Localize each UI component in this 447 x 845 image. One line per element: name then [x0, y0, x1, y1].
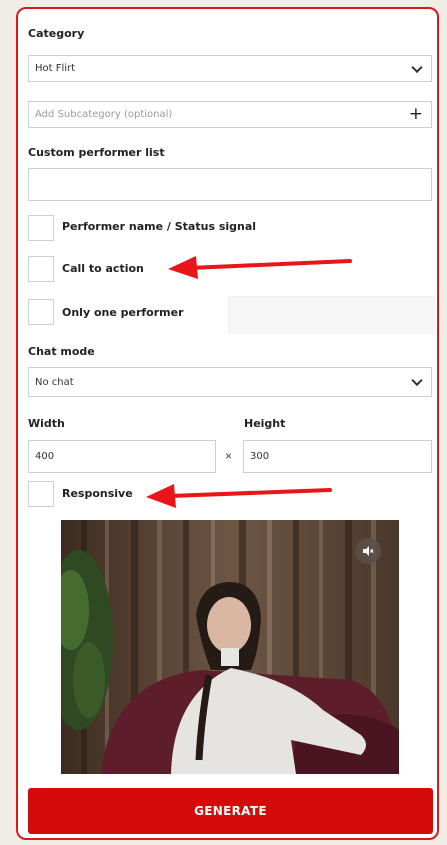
call-to-action-label: Call to action [62, 262, 144, 275]
video-preview[interactable] [61, 520, 399, 774]
responsive-label: Responsive [62, 487, 133, 500]
chevron-down-icon [411, 374, 423, 387]
performer-name-checkbox[interactable] [28, 215, 54, 241]
subcategory-placeholder: Add Subcategory (optional) [35, 109, 173, 120]
responsive-arrow [146, 484, 332, 508]
height-value: 300 [250, 451, 270, 462]
speaker-mute-glyph [363, 546, 374, 556]
chevron-down-icon [411, 61, 423, 73]
only-one-performer-checkbox[interactable] [28, 299, 54, 325]
subcategory-input[interactable]: Add Subcategory (optional) + [28, 101, 432, 128]
call-to-action-checkbox[interactable] [28, 256, 54, 282]
width-label: Width [28, 417, 65, 430]
height-label: Height [244, 417, 286, 430]
dimension-separator: × [225, 449, 233, 463]
preview-image [61, 520, 399, 774]
chat-mode-label: Chat mode [28, 345, 95, 358]
custom-performer-list-label: Custom performer list [28, 146, 165, 159]
width-value: 400 [35, 451, 55, 462]
generate-button[interactable]: GENERATE [28, 788, 433, 834]
width-input[interactable]: 400 [28, 440, 216, 473]
responsive-checkbox[interactable] [28, 481, 54, 507]
only-one-performer-label: Only one performer [62, 306, 184, 319]
speaker-mute-icon[interactable] [355, 538, 381, 564]
category-value: Hot Flirt [35, 63, 76, 74]
performer-name-label: Performer name / Status signal [62, 220, 257, 233]
chat-mode-value: No chat [35, 376, 74, 388]
plus-icon[interactable]: + [409, 105, 423, 123]
custom-performer-list-input[interactable] [28, 168, 432, 201]
height-input[interactable]: 300 [243, 440, 432, 473]
category-label: Category [28, 27, 85, 40]
category-select[interactable]: Hot Flirt [28, 55, 432, 82]
call-to-action-arrow [168, 256, 352, 279]
disabled-field [228, 296, 435, 334]
chat-mode-select[interactable]: No chat [28, 367, 432, 397]
